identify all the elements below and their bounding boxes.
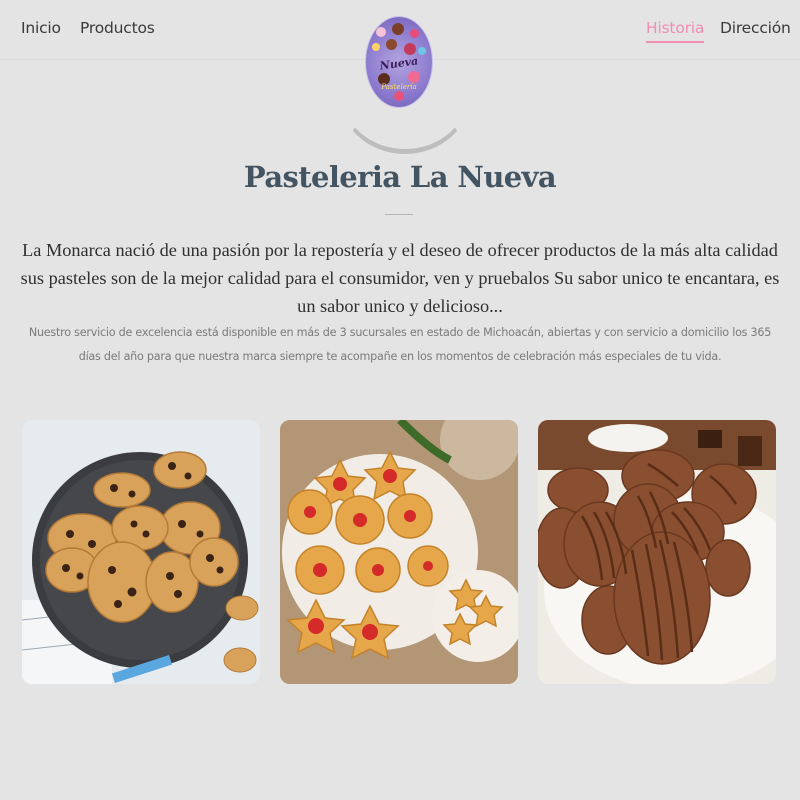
intro-paragraph: La Monarca nació de una pasión por la re… [20, 240, 780, 316]
chocolate-chip-cookies-image [22, 420, 260, 684]
nav-direccion[interactable]: Dirección [720, 19, 791, 37]
jam-star-cookies-image [280, 420, 518, 684]
title-divider [385, 214, 413, 215]
nav-inicio[interactable]: Inicio [21, 19, 61, 37]
brand-logo[interactable]: Nueva Pastelería [366, 17, 432, 107]
nav-productos[interactable]: Productos [80, 19, 155, 37]
chocolate-fork-cookies-image [538, 420, 776, 684]
logo-text: Nueva [378, 54, 419, 73]
product-card-chocolate-chip-cookies[interactable] [22, 420, 260, 684]
product-card-jam-star-cookies[interactable] [280, 420, 518, 684]
service-paragraph: Nuestro servicio de excelencia está disp… [28, 326, 772, 363]
product-card-chocolate-fork-cookies[interactable] [538, 420, 776, 684]
logo-subtext: Pastelería [381, 83, 417, 91]
nav-historia[interactable]: Historia [646, 19, 704, 43]
page-title: Pasteleria La Nueva [243, 160, 557, 194]
